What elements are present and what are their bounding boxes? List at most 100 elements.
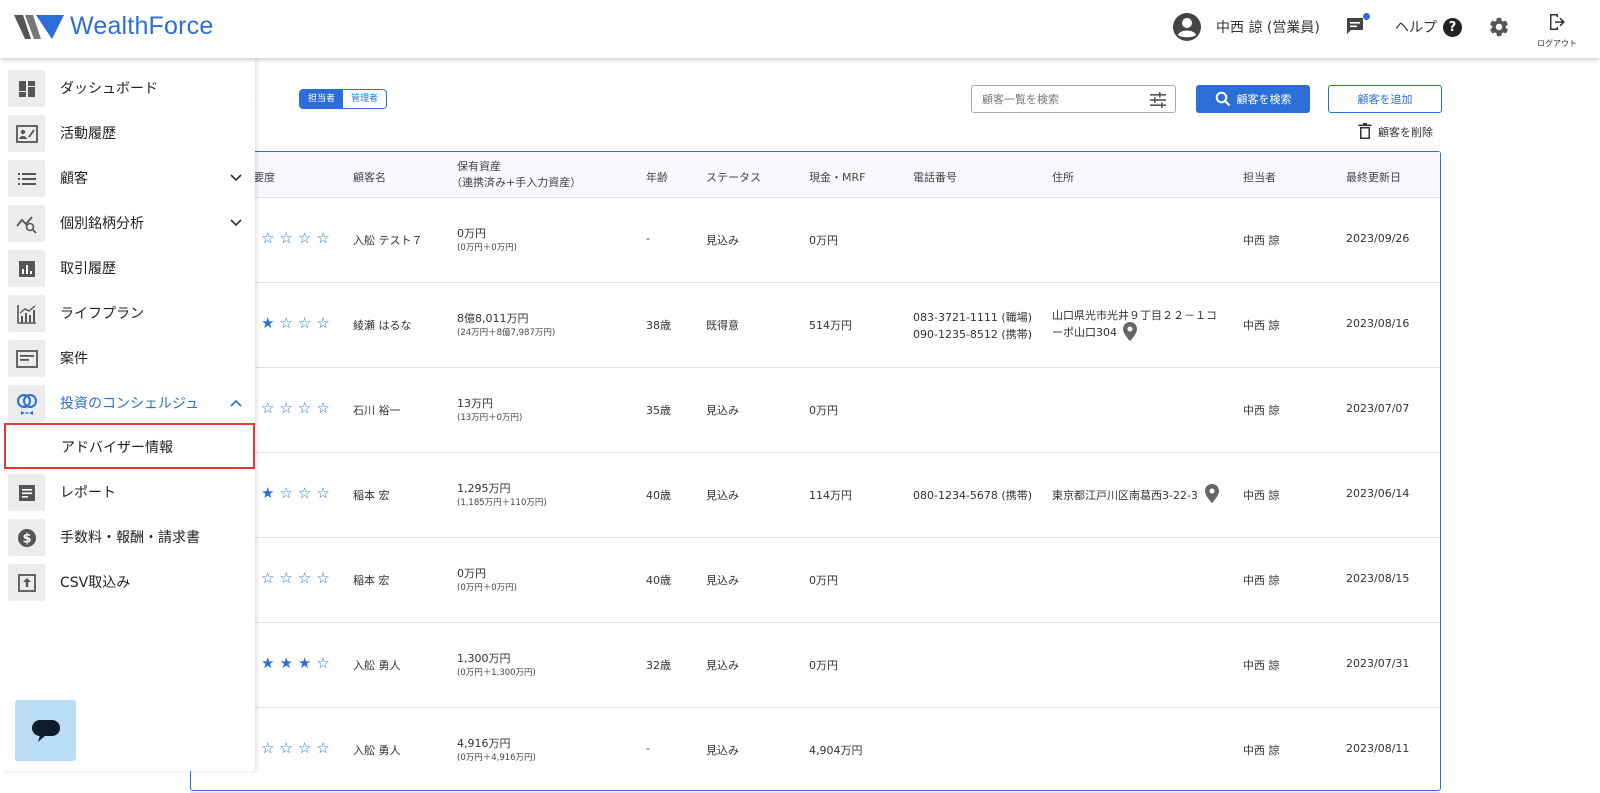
header-assets[interactable]: 保有資産 [457,158,501,174]
map-pin-icon[interactable] [1205,484,1219,503]
table-row[interactable]: ☆☆☆☆ 石川 裕一 13万円 (13万円＋0万円) 35歳 見込み 0万円 中西 諒 2023… [191,368,1440,453]
dollar-icon: $ [8,519,45,556]
importance-stars[interactable]: ★☆☆☆ [261,314,335,332]
upload-icon [8,564,45,601]
customer-table: 要度 顧客名 保有資産 （連携済み+手入力資産） 年齢 ステータス 現金・MRF… [190,151,1441,793]
sidebar-item-label: 案件 [60,351,88,367]
cash-mrf: 514万円 [809,319,852,332]
list-icon [8,160,45,197]
customer-name[interactable]: 稲本 宏 [353,487,390,503]
delete-customer-button[interactable]: 顧客を削除 [1358,123,1433,140]
customer-search-input[interactable] [972,86,1132,112]
sidebar-item-fees[interactable]: $ 手数料・報酬・請求書 [0,515,255,559]
logout-button[interactable]: ログアウト [1534,12,1580,49]
owner-name: 中西 諒 [1243,489,1280,502]
customer-name[interactable]: 稲本 宏 [353,572,390,588]
user-name: 中西 諒 (営業員) [1216,20,1320,36]
importance-stars[interactable]: ☆☆☆☆ [261,399,335,417]
chat-widget-button[interactable] [15,700,76,761]
table-header: 要度 顧客名 保有資産 （連携済み+手入力資産） 年齢 ステータス 現金・MRF… [191,152,1440,198]
sidebar-item-csv-import[interactable]: CSV取込み [0,560,255,604]
sidebar: ダッシュボード 活動履歴 顧客 個別銘柄分析 取引履歴 ライフプラン 案件 投資… [0,58,255,771]
importance-stars[interactable]: ☆☆☆☆ [261,569,335,587]
sidebar-item-cases[interactable]: 案件 [0,336,255,380]
chat-icon [1347,18,1363,34]
filter-sliders-icon[interactable] [1149,91,1167,109]
user-menu[interactable]: 中西 諒 (営業員) [1172,12,1320,42]
header-address[interactable]: 住所 [1052,169,1074,185]
table-row[interactable]: ☆☆☆☆ 稲本 宏 0万円 (0万円＋0万円) 40歳 見込み 0万円 中西 諒 2023/08… [191,538,1440,623]
importance-stars[interactable]: ★★★☆ [261,654,335,672]
header-name[interactable]: 顧客名 [353,169,386,185]
importance-stars[interactable]: ☆☆☆☆ [261,229,335,247]
account-circle-icon [1173,13,1201,41]
customer-name[interactable]: 入舩 勇人 [353,657,401,673]
sidebar-subitem-advisor-info[interactable]: アドバイザー情報 [4,423,255,469]
help-button[interactable]: ヘルプ ? [1395,17,1462,37]
header-importance[interactable]: 要度 [253,169,275,185]
customer-status: 見込み [706,574,739,587]
header-age[interactable]: 年齢 [646,169,668,185]
sidebar-item-life-plan[interactable]: ライフプラン [0,291,255,335]
notification-dot [1363,13,1370,20]
assets-breakdown: (0万円＋0万円) [457,583,517,593]
toggle-owner[interactable]: 担当者 [300,90,344,108]
assets-total: 13万円 [457,397,493,410]
brand-logo[interactable]: WealthForce [14,12,213,41]
importance-stars[interactable]: ★☆☆☆ [261,484,335,502]
sidebar-item-label: 顧客 [60,171,88,187]
table-row[interactable]: ★☆☆☆ 稲本 宏 1,295万円 (1,185万円＋110万円) 40歳 見込み 114万… [191,453,1440,538]
header-phone[interactable]: 電話番号 [913,169,957,185]
sidebar-item-customers[interactable]: 顧客 [0,156,255,200]
customer-status: 見込み [706,744,739,757]
importance-stars[interactable]: ☆☆☆☆ [261,739,335,757]
assets-total: 1,295万円 [457,482,511,495]
header-status[interactable]: ステータス [706,169,761,185]
assets-total: 8億8,011万円 [457,312,529,325]
brand-name: WealthForce [70,12,214,40]
table-row[interactable]: ☆☆☆☆ 入舩 テスト７ 0万円 (0万円＋0万円) - 見込み 0万円 中西 諒 2023/0… [191,198,1440,283]
cash-mrf: 0万円 [809,574,838,587]
customer-name[interactable]: 入舩 テスト７ [353,232,423,248]
assets-breakdown: (24万円＋8億7,987万円) [457,328,556,338]
growth-chart-icon [8,295,45,332]
customer-name[interactable]: 入舩 勇人 [353,742,401,758]
assets-total: 0万円 [457,567,486,580]
table-row[interactable]: ☆☆☆☆ 入舩 勇人 4,916万円 (0万円＋4,916万円) - 見込み 4,904万円… [191,708,1440,793]
settings-button[interactable] [1488,16,1510,42]
owner-manager-toggle[interactable]: 担当者 管理者 [299,89,388,109]
customer-status: 見込み [706,659,739,672]
chevron-down-icon [230,174,242,182]
customer-name[interactable]: 綾瀬 はるな [353,317,412,333]
delete-button-label: 顧客を削除 [1378,125,1433,139]
table-row[interactable]: ★☆☆☆ 綾瀬 はるな 8億8,011万円 (24万円＋8億7,987万円) 38歳 既得… [191,283,1440,368]
chat-bubble-icon [31,719,60,742]
sidebar-item-trade-history[interactable]: 取引履歴 [0,246,255,290]
customer-status: 見込み [706,404,739,417]
address-text: 東京都江戸川区南葛西3-22-3 [1052,489,1198,502]
sidebar-item-stock-analysis[interactable]: 個別銘柄分析 [0,201,255,245]
customer-name[interactable]: 石川 裕一 [353,402,401,418]
wealthforce-logo-icon [14,14,64,39]
map-pin-icon[interactable] [1123,322,1137,341]
owner-name: 中西 諒 [1243,744,1280,757]
svg-text:$: $ [22,531,31,546]
sidebar-item-concierge[interactable]: 投資のコンシェルジュ [0,381,255,425]
header-updated[interactable]: 最終更新日 [1346,169,1401,185]
customer-age: 32歳 [646,659,671,672]
last-updated: 2023/08/15 [1346,572,1410,585]
sidebar-item-activity[interactable]: 活動履歴 [0,111,255,155]
customer-age: - [646,232,650,245]
customer-status: 見込み [706,489,739,502]
customer-age: 40歳 [646,489,671,502]
sidebar-item-dashboard[interactable]: ダッシュボード [0,66,255,110]
messages-button[interactable] [1345,13,1370,40]
sidebar-item-reports[interactable]: レポート [0,470,255,514]
header-owner[interactable]: 担当者 [1243,169,1276,185]
table-row[interactable]: ★★★☆ 入舩 勇人 1,300万円 (0万円＋1,300万円) 32歳 見込み 0万円 中西… [191,623,1440,708]
trash-icon [1358,123,1372,139]
header-cash[interactable]: 現金・MRF [809,169,865,185]
toggle-manager[interactable]: 管理者 [343,90,387,108]
add-customer-button[interactable]: 顧客を追加 [1328,85,1442,113]
search-customers-button[interactable]: 顧客を検索 [1196,85,1310,113]
